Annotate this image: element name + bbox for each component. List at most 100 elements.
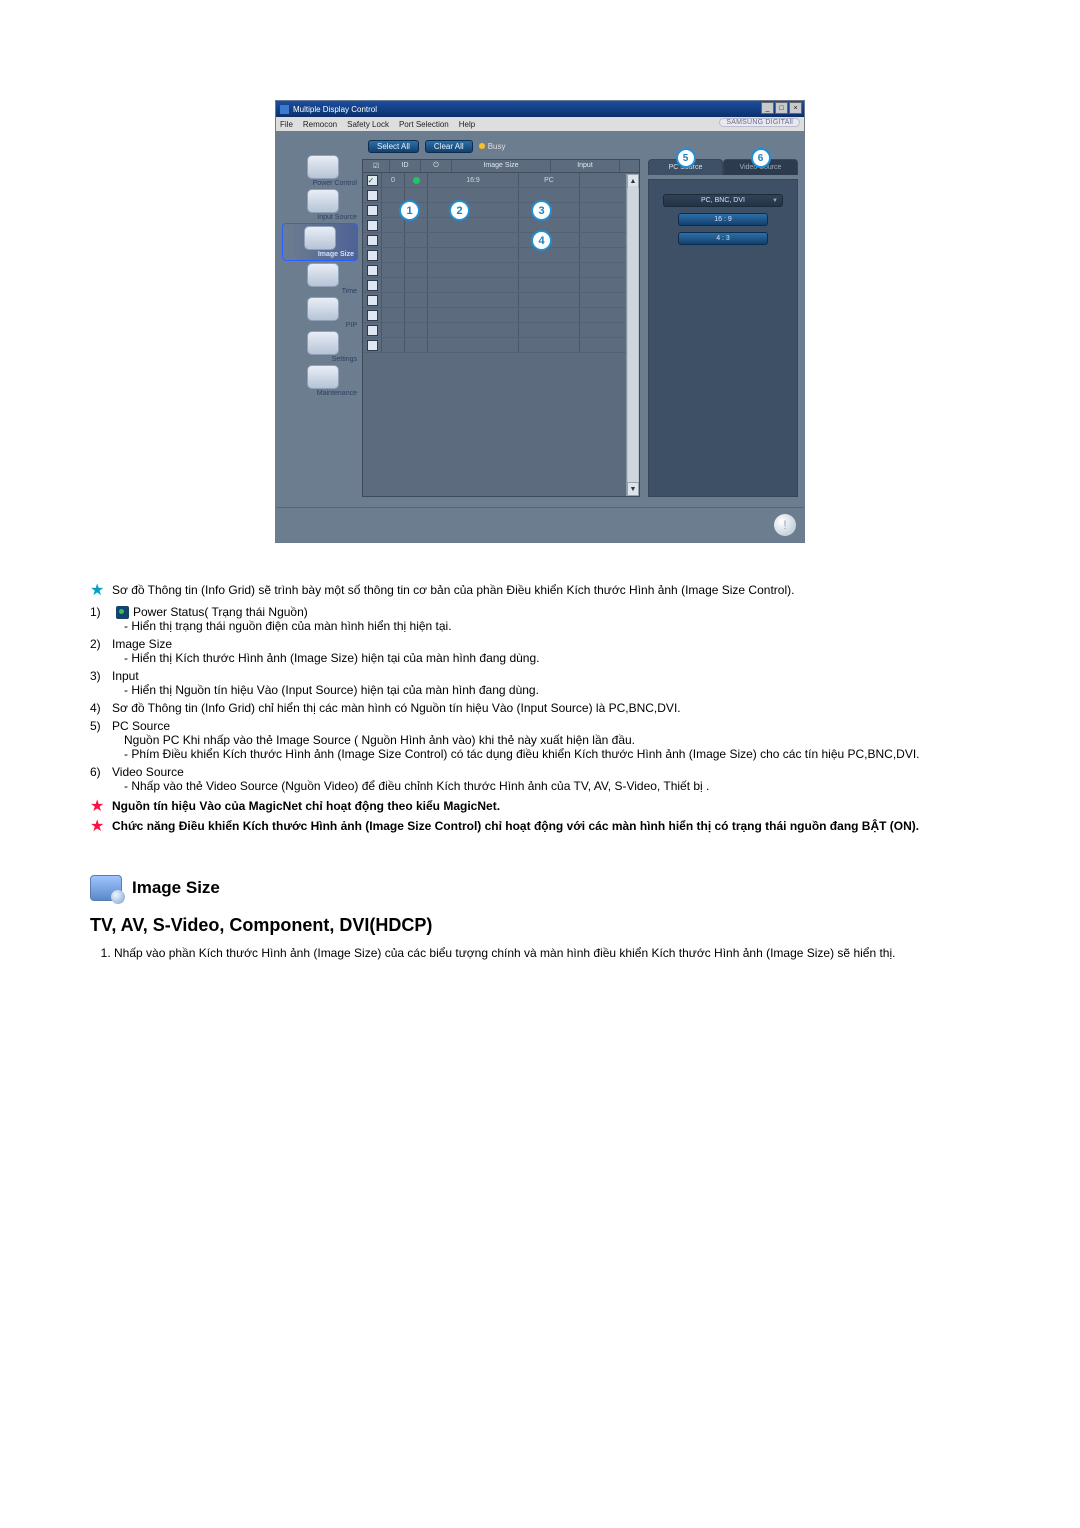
col-input: Input — [551, 160, 620, 172]
row-checkbox[interactable] — [363, 323, 382, 337]
input-icon — [307, 189, 339, 213]
screenshot-window: Multiple Display Control _ □ × File Remo… — [275, 100, 805, 543]
note-4: Sơ đồ Thông tin (Info Grid) chỉ hiển thị… — [112, 701, 681, 715]
sidebar-item-time[interactable]: Time — [288, 263, 358, 295]
sidebar-item-power-control[interactable]: Power Control — [288, 155, 358, 187]
table-row[interactable] — [363, 233, 639, 248]
row-checkbox[interactable] — [363, 173, 382, 187]
menu-safety-lock[interactable]: Safety Lock — [347, 120, 389, 129]
info-icon[interactable]: ! — [774, 514, 796, 536]
source-dropdown[interactable]: PC, BNC, DVI▼ — [663, 194, 783, 207]
app-icon — [280, 105, 289, 114]
note-num: 6) — [90, 765, 108, 779]
sidebar-item-maintenance[interactable]: Maintenance — [288, 365, 358, 397]
table-row[interactable] — [363, 218, 639, 233]
row-checkbox[interactable] — [363, 308, 382, 322]
note-num: 5) — [90, 719, 108, 733]
col-power: ⏻ — [421, 160, 452, 172]
row-power — [405, 173, 428, 187]
sidebar-item-input-source[interactable]: Input Source — [288, 189, 358, 221]
note-num: 3) — [90, 669, 108, 683]
clear-all-button[interactable]: Clear All — [425, 140, 473, 153]
window-title: Multiple Display Control — [293, 105, 377, 114]
minimize-button[interactable]: _ — [761, 102, 774, 114]
note-5-head: PC Source — [112, 719, 170, 733]
sidebar-item-pip[interactable]: PIP — [288, 297, 358, 329]
table-row[interactable] — [363, 338, 639, 353]
row-checkbox[interactable] — [363, 188, 382, 202]
image-size-section-icon — [90, 875, 122, 901]
note-3-head: Input — [112, 669, 139, 683]
callout-3: 3 — [531, 200, 552, 221]
note-3-sub: - Hiển thị Nguồn tín hiệu Vào (Input Sou… — [112, 683, 990, 697]
source-tabs: 5 PC Source 6 Video Source — [648, 159, 798, 175]
option-16-9[interactable]: 16 : 9 — [678, 213, 768, 226]
note-1-head: Power Status( Trạng thái Nguồn) — [133, 605, 308, 619]
note-6-sub: - Nhấp vào thẻ Video Source (Nguồn Video… — [112, 779, 990, 793]
star-note-1: Nguồn tín hiệu Vào của MagicNet chỉ hoạt… — [112, 799, 500, 813]
tab-pc-source[interactable]: 5 PC Source — [648, 159, 723, 175]
maintenance-icon — [307, 365, 339, 389]
busy-dot-icon — [479, 143, 485, 149]
scroll-track[interactable] — [628, 186, 638, 484]
callout-5: 5 — [676, 148, 696, 168]
grid-scrollbar[interactable]: ▲ ▼ — [626, 174, 639, 496]
scroll-down-icon[interactable]: ▼ — [627, 482, 639, 496]
menu-remocon[interactable]: Remocon — [303, 120, 337, 129]
star-icon: ★ — [90, 819, 104, 835]
table-row[interactable] — [363, 278, 639, 293]
row-input: PC — [519, 173, 580, 187]
info-grid: ☑ ID ⏻ Image Size Input 0 16:9 PC — [362, 159, 640, 497]
row-checkbox[interactable] — [363, 203, 382, 217]
note-1-sub: - Hiển thị trạng thái nguồn điện của màn… — [112, 619, 990, 633]
row-checkbox[interactable] — [363, 263, 382, 277]
note-2-sub: - Hiển thị Kích thước Hình ảnh (Image Si… — [112, 651, 990, 665]
note-6-head: Video Source — [112, 765, 184, 779]
maximize-button[interactable]: □ — [775, 102, 788, 114]
col-check: ☑ — [363, 160, 390, 172]
tab-video-source[interactable]: 6 Video Source — [723, 159, 798, 175]
row-checkbox[interactable] — [363, 248, 382, 262]
row-checkbox[interactable] — [363, 233, 382, 247]
row-checkbox[interactable] — [363, 218, 382, 232]
star-icon: ★ — [90, 583, 104, 599]
chevron-down-icon: ▼ — [772, 198, 778, 204]
col-image-size: Image Size — [452, 160, 551, 172]
busy-indicator: Busy — [479, 142, 506, 151]
col-id: ID — [390, 160, 421, 172]
status-footer: ! — [276, 507, 804, 542]
option-4-3[interactable]: 4 : 3 — [678, 232, 768, 245]
menu-file[interactable]: File — [280, 120, 293, 129]
close-button[interactable]: × — [789, 102, 802, 114]
sidebar-item-settings[interactable]: Settings — [288, 331, 358, 363]
notes-block: ★Sơ đồ Thông tin (Info Grid) sẽ trình bà… — [90, 583, 990, 960]
sidebar-item-image-size[interactable]: Image Size — [282, 223, 358, 261]
row-checkbox[interactable] — [363, 338, 382, 352]
row-checkbox[interactable] — [363, 278, 382, 292]
menu-help[interactable]: Help — [459, 120, 475, 129]
power-icon — [307, 155, 339, 179]
table-row[interactable]: 0 16:9 PC — [363, 173, 639, 188]
table-row[interactable] — [363, 248, 639, 263]
row-checkbox[interactable] — [363, 293, 382, 307]
note-num: 2) — [90, 637, 108, 651]
section-list: Nhấp vào phần Kích thước Hình ảnh (Image… — [90, 946, 990, 960]
note-5-a: Nguồn PC Khi nhấp vào thẻ Image Source (… — [112, 733, 990, 747]
table-row[interactable] — [363, 323, 639, 338]
row-id: 0 — [382, 173, 405, 187]
menu-port-selection[interactable]: Port Selection — [399, 120, 449, 129]
list-item: Nhấp vào phần Kích thước Hình ảnh (Image… — [114, 946, 990, 960]
star-icon: ★ — [90, 799, 104, 815]
table-row[interactable] — [363, 263, 639, 278]
callout-6: 6 — [751, 148, 771, 168]
note-5-b: - Phím Điều khiển Kích thước Hình ảnh (I… — [112, 747, 990, 761]
time-icon — [307, 263, 339, 287]
pip-icon — [307, 297, 339, 321]
table-row[interactable] — [363, 308, 639, 323]
row-size: 16:9 — [428, 173, 519, 187]
image-size-icon — [304, 226, 336, 250]
brand-label: SAMSUNG DIGITAll — [719, 118, 800, 127]
select-all-button[interactable]: Select All — [368, 140, 419, 153]
title-bar: Multiple Display Control _ □ × — [276, 101, 804, 117]
table-row[interactable] — [363, 293, 639, 308]
